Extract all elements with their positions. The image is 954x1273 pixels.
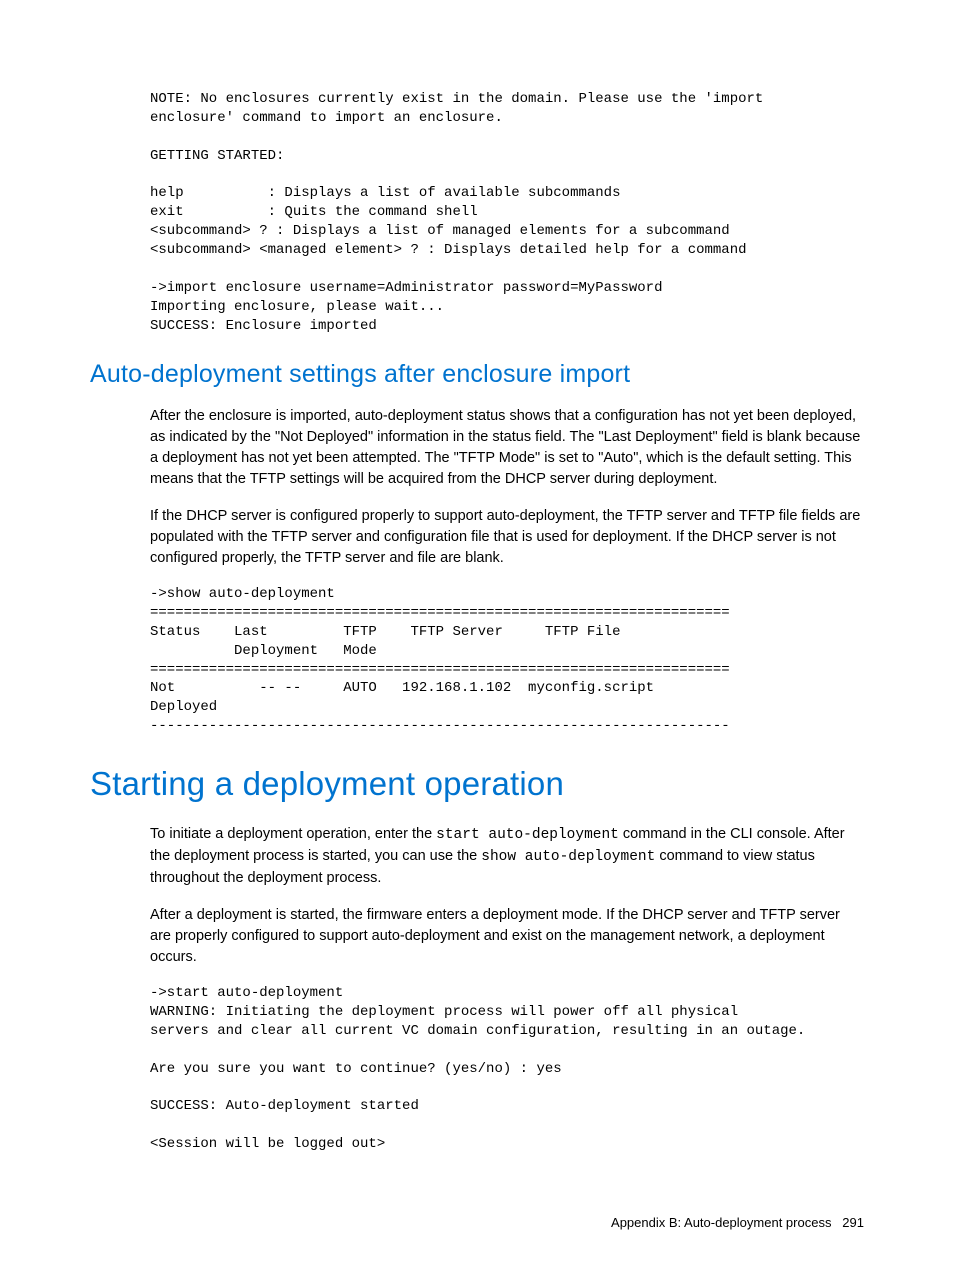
paragraph: After the enclosure is imported, auto-de… — [150, 406, 864, 490]
text-run: To initiate a deployment operation, ente… — [150, 826, 436, 842]
heading-starting-deployment: Starting a deployment operation — [90, 760, 864, 808]
heading-auto-deployment-settings: Auto-deployment settings after enclosure… — [90, 356, 864, 392]
code-block-note: NOTE: No enclosures currently exist in t… — [150, 90, 864, 336]
paragraph: If the DHCP server is configured properl… — [150, 506, 864, 569]
page-footer: Appendix B: Auto-deployment process 291 — [90, 1214, 864, 1233]
code-block-show-auto-deployment: ->show auto-deployment =================… — [150, 585, 864, 736]
inline-code: show auto-deployment — [481, 849, 655, 865]
code-block-start-auto-deployment: ->start auto-deployment WARNING: Initiat… — [150, 984, 864, 1154]
inline-code: start auto-deployment — [436, 827, 619, 843]
paragraph: After a deployment is started, the firmw… — [150, 905, 864, 968]
footer-page-number: 291 — [842, 1215, 864, 1230]
paragraph: To initiate a deployment operation, ente… — [150, 824, 864, 889]
footer-label: Appendix B: Auto-deployment process — [611, 1215, 831, 1230]
